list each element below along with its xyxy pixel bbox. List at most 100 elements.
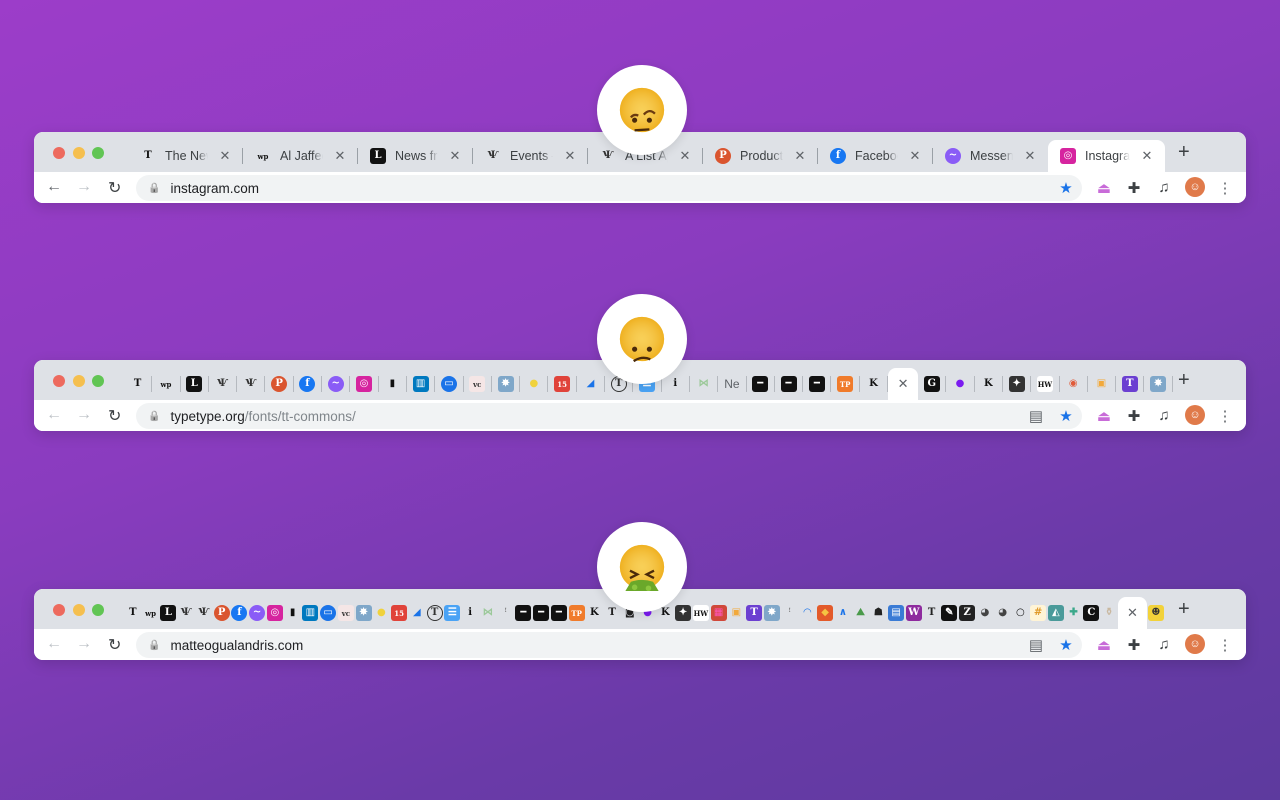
- tab[interactable]: ✸: [763, 597, 781, 629]
- tab[interactable]: T: [923, 597, 941, 629]
- extensions-puzzle-icon[interactable]: ✚: [1125, 407, 1143, 425]
- tab[interactable]: T The New Y ✕: [128, 140, 243, 172]
- new-tab-button[interactable]: +: [1178, 599, 1190, 619]
- tab[interactable]: ◕: [976, 597, 994, 629]
- tab[interactable]: Z: [958, 597, 976, 629]
- reader-mode-icon[interactable]: ▤: [1027, 407, 1045, 425]
- tab[interactable]: Ѱ: [195, 597, 213, 629]
- tab[interactable]: ▮: [284, 597, 302, 629]
- tab-close-icon[interactable]: ✕: [1139, 148, 1155, 164]
- forward-icon[interactable]: →: [76, 178, 92, 196]
- close-window-button[interactable]: [53, 375, 65, 387]
- tab[interactable]: i: [662, 376, 690, 392]
- tab[interactable]: ◆: [816, 597, 834, 629]
- media-controls-icon[interactable]: ♫: [1155, 636, 1173, 653]
- tab[interactable]: ⚱: [1100, 597, 1118, 629]
- tab[interactable]: wp Al Jaffee t ✕: [243, 140, 358, 172]
- tab[interactable]: ~: [248, 597, 266, 629]
- tab[interactable]: ▣: [1088, 376, 1117, 392]
- tab[interactable]: vc: [337, 597, 355, 629]
- tab[interactable]: W: [905, 597, 923, 629]
- reload-icon[interactable]: ↻: [108, 178, 121, 198]
- bookmark-star-icon[interactable]: ★: [1057, 179, 1075, 197]
- reload-icon[interactable]: ↻: [108, 406, 121, 426]
- tab[interactable]: ∧: [834, 597, 852, 629]
- address-bar[interactable]: 🔒 instagram.com: [136, 175, 1082, 201]
- hanger-extension-icon[interactable]: ⏏: [1095, 407, 1113, 425]
- tab-active[interactable]: ✕: [888, 368, 919, 400]
- tab[interactable]: ~: [322, 376, 351, 392]
- tab[interactable]: T: [426, 597, 444, 629]
- address-bar[interactable]: 🔒 typetype.org/fonts/tt-commons/: [136, 403, 1082, 429]
- tab[interactable]: T: [745, 597, 763, 629]
- maximize-window-button[interactable]: [92, 147, 104, 159]
- tab[interactable]: ●: [373, 597, 391, 629]
- tab-active[interactable]: ✕: [1118, 597, 1147, 629]
- minimize-window-button[interactable]: [73, 375, 85, 387]
- tab[interactable]: ✸: [1145, 376, 1173, 392]
- tab-close-icon[interactable]: ✕: [217, 148, 233, 164]
- tab[interactable]: ✚: [1065, 597, 1083, 629]
- tab[interactable]: ◎: [350, 376, 379, 392]
- tab[interactable]: T: [1116, 376, 1145, 392]
- tab[interactable]: ▭: [319, 597, 337, 629]
- tab[interactable]: ✦: [674, 597, 692, 629]
- back-icon[interactable]: ←: [46, 178, 62, 196]
- tab[interactable]: ▣: [728, 597, 746, 629]
- tab[interactable]: ▥: [302, 597, 320, 629]
- more-menu-icon[interactable]: ⋮: [1216, 636, 1234, 654]
- tab-close-icon[interactable]: ✕: [792, 148, 808, 164]
- tab[interactable]: ▥: [407, 376, 436, 392]
- tab[interactable]: f: [294, 376, 323, 392]
- close-window-button[interactable]: [53, 604, 65, 616]
- tab-close-icon[interactable]: ✕: [677, 148, 693, 164]
- close-window-button[interactable]: [53, 147, 65, 159]
- back-icon[interactable]: ←: [46, 406, 62, 424]
- tab[interactable]: f: [231, 597, 249, 629]
- forward-icon[interactable]: →: [76, 635, 92, 653]
- tab[interactable]: K: [860, 376, 889, 392]
- tab[interactable]: ✸: [492, 376, 521, 392]
- tab[interactable]: TP: [568, 597, 586, 629]
- tab[interactable]: ━: [550, 597, 568, 629]
- tab[interactable]: G: [918, 376, 947, 392]
- profile-avatar[interactable]: ☺: [1185, 405, 1205, 425]
- profile-avatar[interactable]: ☺: [1185, 177, 1205, 197]
- tab[interactable]: Ѱ Events – A ✕: [473, 140, 588, 172]
- tab[interactable]: ▦: [710, 597, 728, 629]
- tab[interactable]: wp: [152, 376, 181, 392]
- tab[interactable]: #: [1029, 597, 1047, 629]
- address-bar[interactable]: 🔒 matteogualandris.com: [136, 632, 1082, 658]
- minimize-window-button[interactable]: [73, 604, 85, 616]
- profile-avatar[interactable]: ☺: [1185, 634, 1205, 654]
- tab-close-icon[interactable]: ✕: [332, 148, 348, 164]
- maximize-window-button[interactable]: [92, 604, 104, 616]
- tab[interactable]: HW: [692, 597, 710, 629]
- tab[interactable]: ━: [532, 597, 550, 629]
- tab[interactable]: ━: [747, 376, 775, 392]
- bookmark-star-icon[interactable]: ★: [1057, 636, 1075, 654]
- tab[interactable]: K: [975, 376, 1003, 392]
- extensions-puzzle-icon[interactable]: ✚: [1125, 179, 1143, 197]
- tab[interactable]: ⋈: [690, 376, 719, 392]
- tab-active[interactable]: ◎ Instagram ✕: [1048, 140, 1165, 172]
- tab[interactable]: ▭: [435, 376, 464, 392]
- tab[interactable]: ✎: [941, 597, 959, 629]
- tab[interactable]: ●: [946, 376, 975, 392]
- tab[interactable]: Ne: [718, 376, 747, 392]
- tab[interactable]: K: [586, 597, 604, 629]
- hanger-extension-icon[interactable]: ⏏: [1095, 636, 1113, 654]
- more-menu-icon[interactable]: ⋮: [1216, 179, 1234, 197]
- tab[interactable]: T: [124, 376, 153, 392]
- new-tab-button[interactable]: +: [1178, 370, 1190, 390]
- tab[interactable]: ◢: [408, 597, 426, 629]
- tab[interactable]: ☰: [444, 597, 462, 629]
- tab[interactable]: ~ Messenger ✕: [933, 140, 1048, 172]
- tab[interactable]: ☗: [870, 597, 888, 629]
- tab-close-icon[interactable]: ✕: [907, 148, 923, 164]
- tab[interactable]: Ѱ: [237, 376, 266, 392]
- tab-close-icon[interactable]: ✕: [1125, 605, 1141, 621]
- back-icon[interactable]: ←: [46, 635, 62, 653]
- tab[interactable]: HW: [1031, 376, 1060, 392]
- tab-close-icon[interactable]: ✕: [562, 148, 578, 164]
